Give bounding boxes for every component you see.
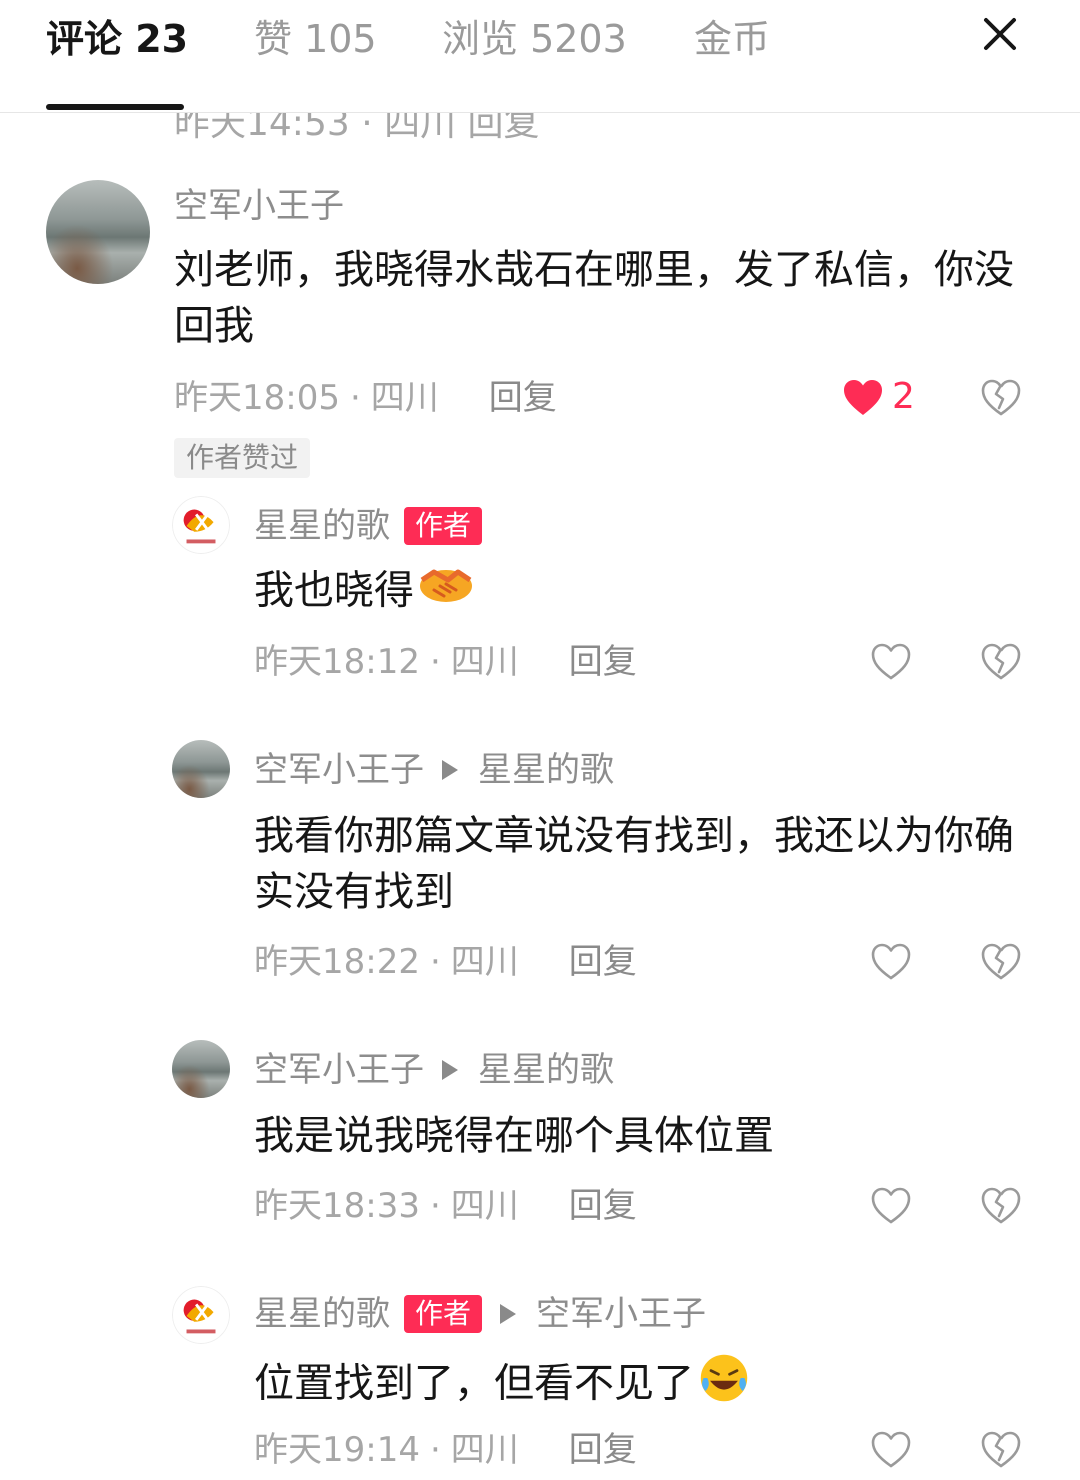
comment-time: 昨天18:33 xyxy=(254,1186,420,1226)
broken-heart-icon xyxy=(981,1187,1021,1224)
reply-name-row: 空军小王子 星星的歌 xyxy=(254,1048,614,1092)
reply-arrow-icon xyxy=(442,760,458,780)
heart-filled-icon xyxy=(844,380,882,415)
comment-username[interactable]: 空军小王子 xyxy=(174,184,344,228)
broken-heart-icon xyxy=(981,1431,1021,1468)
reply-arrow-icon xyxy=(500,1304,517,1324)
author-badge: 作者 xyxy=(404,507,483,545)
handshake-emoji-icon xyxy=(418,562,474,623)
comment-meta: 昨天18:12 · 四川 回复 xyxy=(254,640,637,684)
broken-heart-icon xyxy=(981,943,1021,980)
reply-arrow-icon xyxy=(442,1060,458,1080)
comment-text: 我是说我晓得在哪个具体位置 xyxy=(254,1113,774,1159)
reply-name-row: 空军小王子 星星的歌 xyxy=(254,748,614,792)
tab-comments[interactable]: 评论 23 xyxy=(46,14,188,64)
active-tab-indicator xyxy=(46,104,184,110)
heart-outline-icon xyxy=(871,643,911,680)
dislike-button[interactable] xyxy=(980,378,1022,418)
reply-button[interactable]: 回复 xyxy=(569,940,637,984)
dislike-button[interactable] xyxy=(980,1430,1022,1470)
author-liked-tag: 作者赞过 xyxy=(174,438,311,478)
comment-text: 刘老师，我晓得水哉石在哪里，发了私信，你没回我 xyxy=(174,247,1014,349)
comment-meta: 昨天18:33 · 四川 回复 xyxy=(254,1184,637,1228)
close-button[interactable] xyxy=(978,12,1022,56)
comment-username[interactable]: 星星的歌 xyxy=(254,1292,390,1336)
reply-button[interactable]: 回复 xyxy=(569,640,637,684)
heart-outline-icon xyxy=(871,1431,911,1468)
comment-meta: 昨天18:05 · 四川 回复 xyxy=(174,376,557,420)
brand-logo-icon xyxy=(183,1299,216,1334)
comment-location: 四川 xyxy=(370,378,439,418)
comment-time: 昨天19:14 xyxy=(254,1430,420,1470)
avatar[interactable] xyxy=(172,740,230,798)
close-icon xyxy=(984,18,1016,50)
dislike-button[interactable] xyxy=(980,1186,1022,1226)
comment-time: 昨天18:22 xyxy=(254,942,420,982)
like-button[interactable] xyxy=(870,942,912,982)
brand-logo-icon xyxy=(183,509,216,544)
tab-views[interactable]: 浏览 5203 xyxy=(442,14,627,64)
comment-time: 昨天18:05 xyxy=(174,378,340,418)
comment-location: 四川 xyxy=(450,642,519,682)
comment-text: 我看你那篇文章说没有找到，我还以为你确实没有找到 xyxy=(254,813,1014,915)
reply-to-username[interactable]: 星星的歌 xyxy=(478,1048,614,1092)
comment-location: 四川 xyxy=(450,1186,519,1226)
reply-to-username[interactable]: 星星的歌 xyxy=(478,748,614,792)
like-button[interactable] xyxy=(870,642,912,682)
comment-location: 四川 xyxy=(450,942,519,982)
laughing-crying-emoji-icon xyxy=(698,1352,750,1419)
tab-likes[interactable]: 赞 105 xyxy=(254,14,377,64)
comment-location: 四川 xyxy=(450,1430,519,1470)
comment-username[interactable]: 空军小王子 xyxy=(254,748,424,792)
reply-name-row: 星星的歌 作者 xyxy=(254,504,483,548)
avatar[interactable] xyxy=(172,1040,230,1098)
heart-outline-icon xyxy=(871,1187,911,1224)
like-button[interactable] xyxy=(870,1430,912,1470)
like-button[interactable] xyxy=(842,378,884,418)
reply-name-row: 星星的歌 作者 空军小王子 xyxy=(254,1292,706,1336)
tab-coins[interactable]: 金币 xyxy=(694,14,770,64)
reply-to-username[interactable]: 空军小王子 xyxy=(536,1292,706,1336)
comments-header: 评论 23 赞 105 浏览 5203 金币 xyxy=(0,0,1080,113)
like-button[interactable] xyxy=(870,1186,912,1226)
heart-outline-icon xyxy=(871,943,911,980)
author-badge: 作者 xyxy=(404,1295,483,1333)
comment-text: 我也晓得 xyxy=(254,562,1034,623)
dislike-button[interactable] xyxy=(980,942,1022,982)
comment-username[interactable]: 星星的歌 xyxy=(254,504,390,548)
comment-time: 昨天18:12 xyxy=(254,642,420,682)
broken-heart-icon xyxy=(981,379,1021,416)
reply-button[interactable]: 回复 xyxy=(569,1428,637,1472)
comment-meta: 昨天19:14 · 四川 回复 xyxy=(254,1428,637,1472)
comment-text: 位置找到了，但看不见了 xyxy=(254,1352,1044,1419)
avatar[interactable] xyxy=(172,496,230,554)
dislike-button[interactable] xyxy=(980,642,1022,682)
like-count: 2 xyxy=(892,376,915,417)
reply-button[interactable]: 回复 xyxy=(489,376,557,420)
comment-meta: 昨天18:22 · 四川 回复 xyxy=(254,940,637,984)
reply-button[interactable]: 回复 xyxy=(569,1184,637,1228)
broken-heart-icon xyxy=(981,643,1021,680)
avatar[interactable] xyxy=(46,180,150,284)
avatar[interactable] xyxy=(172,1286,230,1344)
comment-username[interactable]: 空军小王子 xyxy=(254,1048,424,1092)
